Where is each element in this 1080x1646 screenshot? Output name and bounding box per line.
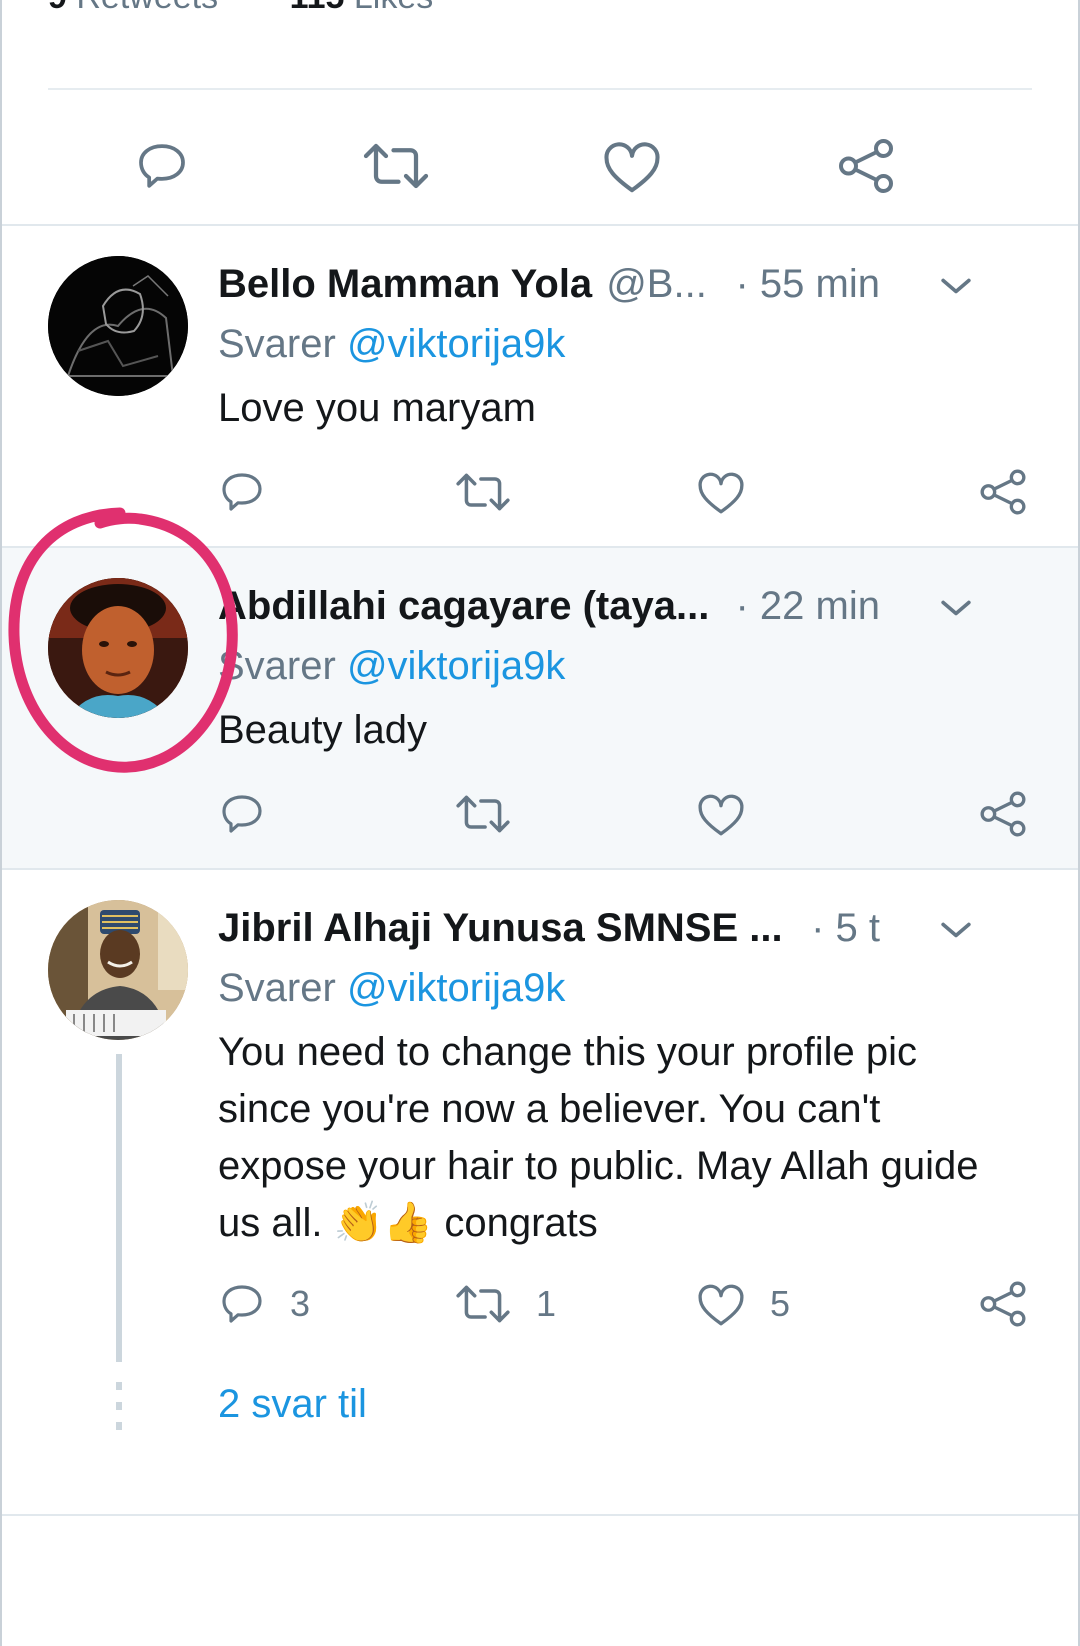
reply-action[interactable]	[218, 462, 266, 522]
retweet-icon[interactable]	[454, 468, 512, 516]
like-icon[interactable]	[596, 130, 668, 202]
reply-count: 3	[290, 1283, 311, 1324]
reply-icon[interactable]	[218, 468, 266, 516]
likes-stat[interactable]: 115 Likes	[290, 0, 434, 16]
tweet-actions: 3 1 5	[218, 1274, 1028, 1334]
main-tweet-actions	[0, 120, 1080, 204]
share-icon[interactable]	[978, 789, 1028, 839]
chevron-down-icon[interactable]	[934, 586, 978, 630]
reply-icon[interactable]	[126, 130, 198, 202]
retweet-icon[interactable]	[360, 130, 432, 202]
like-action[interactable]: 5	[696, 1274, 790, 1334]
like-icon[interactable]	[696, 1280, 746, 1328]
share-icon[interactable]	[978, 1279, 1028, 1329]
avatar[interactable]	[48, 256, 188, 396]
thread-dots	[116, 1382, 122, 1442]
retweet-icon[interactable]	[454, 1280, 512, 1328]
mention-link[interactable]: @viktorija9k	[347, 966, 565, 1010]
author-name[interactable]: Bello Mamman Yola	[218, 262, 592, 307]
more-replies-link[interactable]: 2 svar til	[218, 1382, 367, 1427]
stats-divider	[48, 88, 1032, 90]
share-action[interactable]	[978, 462, 1028, 522]
reply-tweet-3[interactable]: Jibril Alhaji Yunusa SMNSE ... · 5 t Sva…	[2, 870, 1078, 1514]
reply-context: Svarer @viktorija9k	[218, 322, 566, 366]
reply-icon[interactable]	[218, 790, 266, 838]
reply-tweet-1[interactable]: Bello Mamman Yola @B... · 55 min Svarer …	[2, 226, 1078, 546]
mention-link[interactable]: @viktorija9k	[347, 322, 565, 366]
tweet-text: Beauty lady	[218, 708, 428, 752]
reply-context: Svarer @viktorija9k	[218, 644, 566, 688]
thread-line	[116, 1054, 122, 1362]
tweet-header: Bello Mamman Yola @B... · 55 min	[218, 258, 1028, 310]
author-name[interactable]: Abdillahi cagayare (taya...	[218, 584, 709, 629]
reply-action[interactable]: 3	[218, 1274, 310, 1334]
reply-context: Svarer @viktorija9k	[218, 966, 566, 1010]
timestamp[interactable]: · 5 t	[811, 906, 880, 951]
tweet-stats: 9 Retweets 115 Likes	[48, 0, 495, 17]
tweet-header: Jibril Alhaji Yunusa SMNSE ... · 5 t	[218, 902, 1028, 954]
timestamp[interactable]: · 22 min	[736, 584, 881, 629]
divider	[2, 1514, 1078, 1516]
retweet-action[interactable]: 1	[454, 1274, 556, 1334]
reply-icon[interactable]	[218, 1280, 266, 1328]
tweet-actions	[218, 784, 1028, 844]
like-action[interactable]	[696, 784, 746, 844]
tweet-text: Love you maryam	[218, 386, 536, 430]
tweet-text: You need to change this your profile pic…	[218, 1030, 979, 1245]
retweets-stat[interactable]: 9 Retweets	[48, 0, 218, 16]
retweet-action[interactable]	[454, 462, 512, 522]
like-count: 5	[770, 1283, 791, 1324]
author-handle[interactable]: @B...	[606, 262, 707, 307]
reply-tweet-2[interactable]: Abdillahi cagayare (taya... · 22 min Sva…	[2, 548, 1078, 868]
timestamp[interactable]: · 55 min	[736, 262, 881, 307]
author-name[interactable]: Jibril Alhaji Yunusa SMNSE ...	[218, 906, 783, 951]
chevron-down-icon[interactable]	[934, 264, 978, 308]
retweet-action[interactable]	[454, 784, 512, 844]
share-action[interactable]	[978, 784, 1028, 844]
share-icon[interactable]	[978, 467, 1028, 517]
reply-action[interactable]	[218, 784, 266, 844]
retweet-icon[interactable]	[454, 790, 512, 838]
like-action[interactable]	[696, 462, 746, 522]
tweet-actions	[218, 462, 1028, 522]
like-icon[interactable]	[696, 468, 746, 516]
retweet-count: 1	[536, 1283, 557, 1324]
chevron-down-icon[interactable]	[934, 908, 978, 952]
share-action[interactable]	[978, 1274, 1028, 1334]
avatar[interactable]	[48, 578, 188, 718]
tweet-header: Abdillahi cagayare (taya... · 22 min	[218, 580, 1028, 632]
like-icon[interactable]	[696, 790, 746, 838]
avatar[interactable]	[48, 900, 188, 1040]
mention-link[interactable]: @viktorija9k	[347, 644, 565, 688]
share-icon[interactable]	[830, 130, 902, 202]
